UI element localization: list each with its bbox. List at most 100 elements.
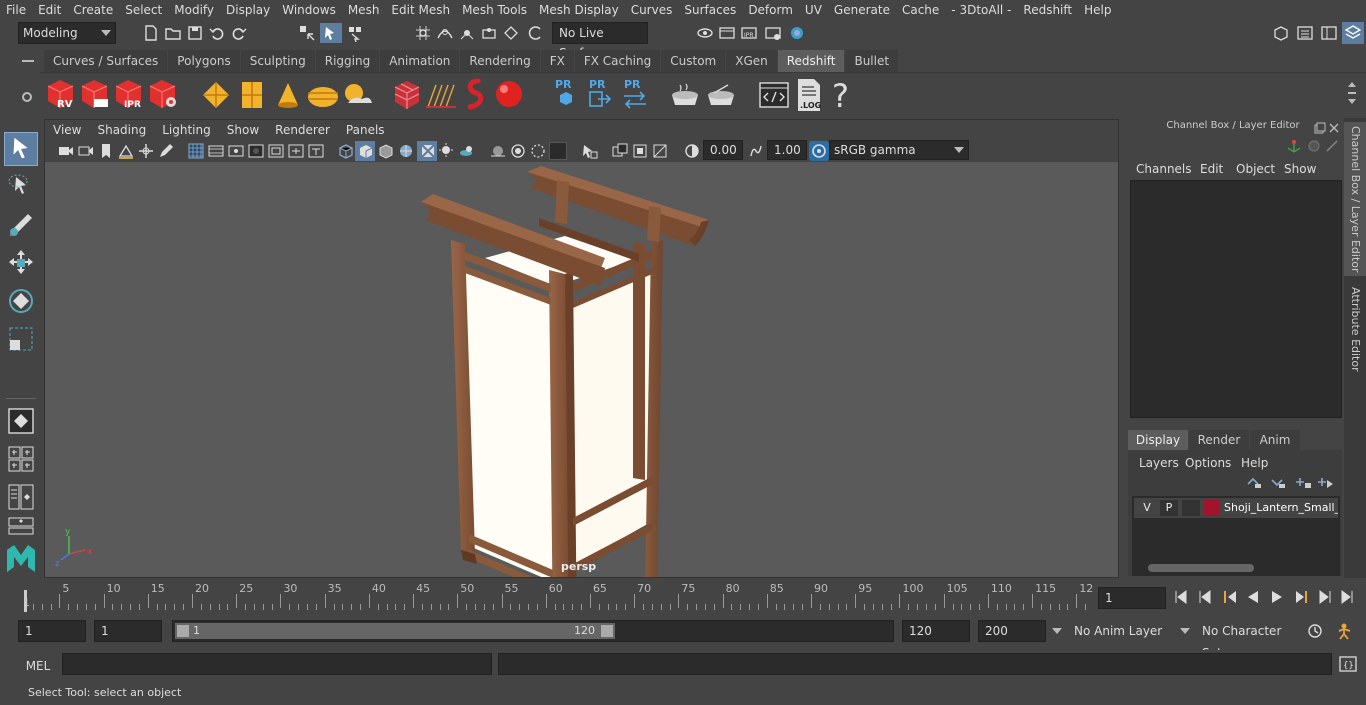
side-tab-channel-box[interactable]: Channel Box / Layer Editor xyxy=(1344,122,1366,276)
3d-scene[interactable]: x y z persp xyxy=(45,162,1118,648)
shelf-menu-icon[interactable] xyxy=(22,55,34,67)
range-start-handle[interactable] xyxy=(177,625,189,637)
open-scene-icon[interactable] xyxy=(164,24,182,42)
object-menu[interactable]: Object xyxy=(1236,162,1275,176)
image-plane-icon[interactable] xyxy=(117,142,135,160)
hypershade-icon[interactable] xyxy=(788,24,806,42)
layer-scrollbar[interactable] xyxy=(1134,562,1338,574)
tab-anim[interactable]: Anim xyxy=(1250,430,1300,450)
menu-file[interactable]: File xyxy=(0,0,32,20)
layer-scrollbar-thumb[interactable] xyxy=(1148,564,1254,572)
menu-mesh-tools[interactable]: Mesh Tools xyxy=(456,0,533,20)
make-live-icon[interactable] xyxy=(502,24,520,42)
gamma-field[interactable]: 1.00 xyxy=(767,140,807,160)
select-component-icon[interactable] xyxy=(346,24,364,42)
live-surface-field[interactable]: No Live Surface xyxy=(552,22,648,60)
menu-cache[interactable]: Cache xyxy=(896,0,945,20)
redshift-volume-icon[interactable] xyxy=(460,77,490,111)
menu-mesh-display[interactable]: Mesh Display xyxy=(533,0,625,20)
menu-3dtoall[interactable]: - 3DtoAll - xyxy=(945,0,1017,20)
paint-select-tool-icon[interactable] xyxy=(6,210,36,240)
viewport-menu-shading[interactable]: Shading xyxy=(89,123,154,137)
tab-animation[interactable]: Animation xyxy=(380,50,460,72)
edit-menu[interactable]: Edit xyxy=(1200,162,1223,176)
menu-create[interactable]: Create xyxy=(67,0,119,20)
redshift-help-icon[interactable]: ? xyxy=(830,77,854,113)
redshift-sun-sky-icon[interactable] xyxy=(340,79,374,111)
backface-culling-icon[interactable] xyxy=(651,142,669,160)
xray-active-components-icon[interactable] xyxy=(631,142,649,160)
tab-bullet[interactable]: Bullet xyxy=(845,50,899,72)
tab-sculpting[interactable]: Sculpting xyxy=(240,50,315,72)
move-tool-icon[interactable] xyxy=(6,248,36,278)
snap-curve-icon[interactable] xyxy=(436,24,454,42)
resolution-gate-icon[interactable] xyxy=(227,142,245,160)
camera-attributes-icon[interactable] xyxy=(77,142,95,160)
range-track[interactable]: 1 120 xyxy=(172,620,894,642)
speed-icon[interactable] xyxy=(1306,138,1322,154)
menu-surfaces[interactable]: Surfaces xyxy=(678,0,742,20)
range-end-handle[interactable] xyxy=(601,625,613,637)
channel-list[interactable] xyxy=(1130,180,1342,418)
chevron-down-icon[interactable] xyxy=(1180,628,1190,634)
channels-menu[interactable]: Channels xyxy=(1136,162,1192,176)
side-tab-attribute-editor[interactable]: Attribute Editor xyxy=(1344,284,1366,374)
persp-graph-layout-icon[interactable] xyxy=(6,516,36,536)
close-icon[interactable] xyxy=(1328,122,1340,134)
redo-icon[interactable] xyxy=(230,24,248,42)
modeling-toolkit-icon[interactable] xyxy=(1272,24,1290,42)
menu-redshift[interactable]: Redshift xyxy=(1017,0,1078,20)
render-settings-icon[interactable] xyxy=(764,24,782,42)
playback-end-field[interactable]: 120 xyxy=(902,620,970,642)
menu-windows[interactable]: Windows xyxy=(276,0,342,20)
menu-uv[interactable]: UV xyxy=(799,0,828,20)
undo-icon[interactable] xyxy=(208,24,226,42)
viewport-menu-view[interactable]: View xyxy=(45,123,89,137)
redshift-pr-proxy-icon[interactable]: PR xyxy=(552,77,580,111)
chevron-down-icon[interactable] xyxy=(1052,628,1062,634)
field-chart-icon[interactable] xyxy=(267,142,285,160)
viewport-menu-panels[interactable]: Panels xyxy=(338,123,393,137)
ipr-render-icon[interactable]: IPR xyxy=(740,24,758,42)
redshift-pr-export-icon[interactable]: PR xyxy=(586,77,614,111)
tab-fx[interactable]: FX xyxy=(540,50,574,72)
viewport-menu-renderer[interactable]: Renderer xyxy=(267,123,338,137)
multisample-aa-icon[interactable] xyxy=(509,142,527,160)
layer-visibility-toggle[interactable]: V xyxy=(1138,500,1156,516)
select-hierarchy-icon[interactable] xyxy=(298,24,316,42)
redshift-code-icon[interactable] xyxy=(758,79,790,111)
move-layer-up-icon[interactable] xyxy=(1246,476,1262,490)
redshift-render-sequence-icon[interactable] xyxy=(78,77,112,111)
anim-layer-dropdown[interactable]: No Anim Layer xyxy=(1068,620,1174,642)
grease-pencil-icon[interactable] xyxy=(157,142,175,160)
menu-help[interactable]: Help xyxy=(1078,0,1117,20)
save-scene-icon[interactable] xyxy=(186,24,204,42)
layers-menu[interactable]: Layers xyxy=(1139,456,1179,470)
render-view-icon[interactable] xyxy=(696,24,714,42)
select-camera-icon[interactable] xyxy=(57,142,75,160)
manipulator-icon[interactable] xyxy=(1286,138,1302,154)
wireframe-on-shaded-icon[interactable] xyxy=(377,142,395,160)
current-time-indicator[interactable] xyxy=(24,590,27,612)
grid-toggle-icon[interactable] xyxy=(187,142,205,160)
command-input[interactable] xyxy=(62,653,492,675)
viewport-menu-show[interactable]: Show xyxy=(219,123,267,137)
color-management-toggle[interactable] xyxy=(809,141,829,161)
safe-title-icon[interactable] xyxy=(307,142,325,160)
layer-name[interactable]: Shoji_Lantern_Small_G xyxy=(1224,498,1338,518)
tab-polygons[interactable]: Polygons xyxy=(168,50,240,72)
redshift-bake-settings-icon[interactable] xyxy=(704,79,738,111)
redshift-dome-light-icon[interactable] xyxy=(306,79,340,111)
redshift-render-settings-icon[interactable] xyxy=(146,77,180,111)
symmetry-icon[interactable] xyxy=(526,24,544,42)
viewport-menu-lighting[interactable]: Lighting xyxy=(154,123,219,137)
new-layer-selected-icon[interactable] xyxy=(1318,476,1334,490)
time-ruler[interactable]: 1510152025303540455055606570758085909510… xyxy=(18,580,1093,612)
layer-display-type-toggle[interactable] xyxy=(1182,500,1200,516)
float-panel-icon[interactable] xyxy=(1314,122,1326,134)
snap-point-icon[interactable] xyxy=(458,24,476,42)
redshift-ies-light-icon[interactable] xyxy=(272,79,304,111)
redshift-log-icon[interactable]: .LOG xyxy=(794,77,824,113)
new-scene-icon[interactable] xyxy=(142,24,160,42)
menu-edit-mesh[interactable]: Edit Mesh xyxy=(385,0,456,20)
